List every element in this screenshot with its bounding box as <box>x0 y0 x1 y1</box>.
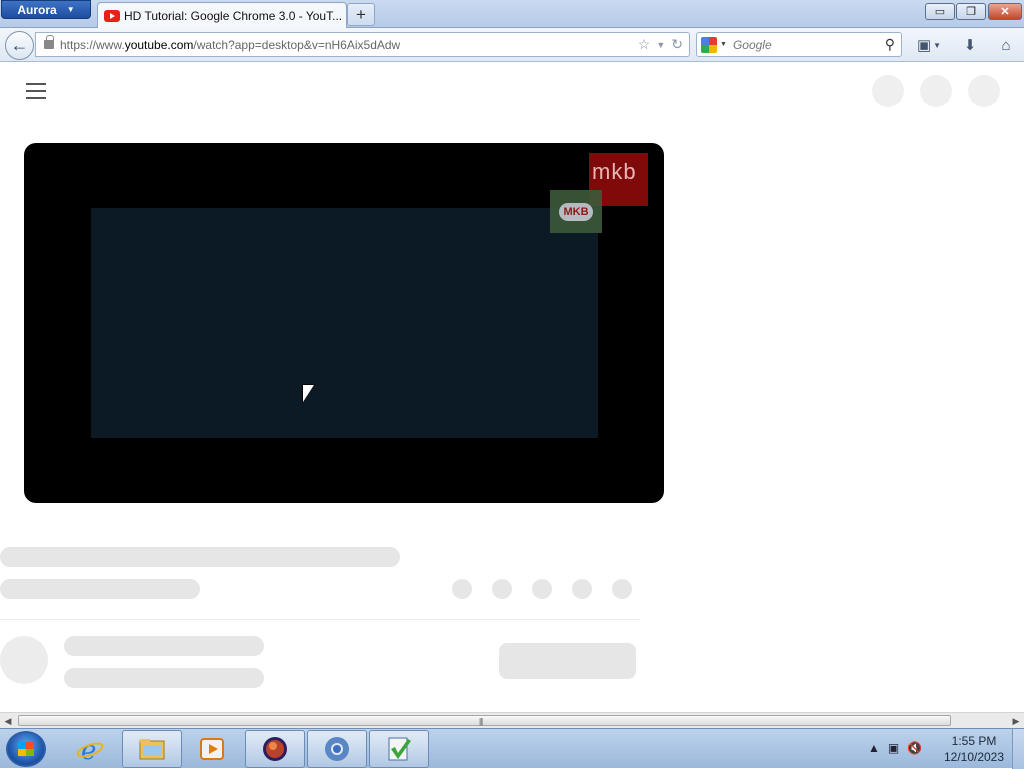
scroll-left-icon[interactable]: ◀ <box>0 713 16 729</box>
action-placeholder <box>452 579 472 599</box>
clock-date: 12/10/2023 <box>943 750 1005 764</box>
action-placeholder <box>492 579 512 599</box>
firefox-aurora-icon[interactable] <box>245 730 305 768</box>
watermark-text: mkb <box>592 159 637 184</box>
media-player-icon[interactable] <box>182 730 242 768</box>
windows-explorer-icon[interactable] <box>122 730 182 768</box>
scroll-thumb[interactable]: ||| <box>18 715 951 726</box>
chrome-icon[interactable] <box>307 730 367 768</box>
tab-title: HD Tutorial: Google Chrome 3.0 - YouT... <box>124 8 343 23</box>
start-button[interactable] <box>6 731 46 767</box>
url-text: https://www.youtube.com/watch?app=deskto… <box>60 38 400 52</box>
lock-icon <box>44 35 54 49</box>
channel-name-placeholder <box>64 636 264 656</box>
mkb-logo-text: MKB <box>559 202 593 221</box>
back-arrow-icon[interactable]: ← <box>5 31 34 60</box>
url-path: /watch?app=desktop&v=nH6Aix5dAdw <box>193 37 401 52</box>
header-placeholder-circle <box>872 75 904 107</box>
url-bar[interactable]: https://www.youtube.com/watch?app=deskto… <box>35 32 690 57</box>
aurora-menu-button[interactable]: Aurora ▼ <box>1 0 91 19</box>
url-prefix: https://www. <box>60 37 125 52</box>
scroll-right-icon[interactable]: ▶ <box>1008 713 1024 729</box>
aurora-menu-label: Aurora <box>17 2 57 17</box>
action-placeholder <box>612 579 632 599</box>
internet-explorer-icon[interactable]: e <box>60 730 120 768</box>
bookmarks-menu-icon[interactable]: ▣ ▼ <box>912 35 946 55</box>
volume-muted-icon[interactable]: 🔇 <box>907 741 922 755</box>
youtube-page: mkb MKB <box>0 63 1024 712</box>
mouse-cursor-fill <box>303 385 314 402</box>
video-player[interactable]: mkb MKB <box>24 143 664 503</box>
maximize-button[interactable]: ❐ <box>956 3 986 20</box>
svg-text:e: e <box>81 736 96 763</box>
header-placeholder-circle <box>920 75 952 107</box>
title-placeholder <box>0 547 400 567</box>
history-dropdown-icon[interactable]: ▼ <box>656 40 665 50</box>
home-icon[interactable]: ⌂ <box>994 35 1018 55</box>
url-domain: youtube.com <box>124 37 194 52</box>
google-engine-icon[interactable] <box>701 36 717 53</box>
close-button[interactable]: ✕ <box>988 3 1022 20</box>
show-desktop-button[interactable] <box>1012 729 1024 769</box>
network-icon[interactable]: ▣ <box>888 741 899 755</box>
taskbar: e ▲ ▣ 🔇 1:55 PM 12/10/2023 <box>0 728 1024 769</box>
header-placeholder-circle <box>968 75 1000 107</box>
downloads-icon[interactable]: ⬇ <box>958 35 982 55</box>
new-tab-button[interactable]: + <box>347 3 375 26</box>
subscriber-placeholder <box>64 668 264 688</box>
navigation-bar: ← https://www.youtube.com/watch?app=desk… <box>0 28 1024 62</box>
views-placeholder <box>0 579 200 599</box>
youtube-favicon-icon <box>104 9 120 22</box>
action-placeholder <box>532 579 552 599</box>
clock-time: 1:55 PM <box>951 734 997 748</box>
mkb-logo: MKB <box>550 190 602 233</box>
app-checkmark-icon[interactable] <box>369 730 429 768</box>
chevron-down-icon: ▼ <box>66 5 75 14</box>
reload-icon[interactable]: ↻ <box>671 36 683 53</box>
action-placeholder <box>572 579 592 599</box>
system-tray: ▲ ▣ 🔇 <box>868 741 922 755</box>
bookmark-star-icon[interactable]: ☆ <box>638 36 651 53</box>
title-bar: Aurora ▼ HD Tutorial: Google Chrome 3.0 … <box>0 0 1024 28</box>
search-icon[interactable]: ⚲ <box>885 36 895 53</box>
search-placeholder: Google <box>732 37 772 52</box>
minimize-button[interactable]: ▭ <box>925 3 955 20</box>
clock[interactable]: 1:55 PM 12/10/2023 <box>938 733 1010 765</box>
avatar <box>0 636 48 684</box>
search-bar[interactable]: ▼ Google ⚲ <box>696 32 902 57</box>
subscribe-button-placeholder <box>499 643 636 679</box>
divider <box>0 619 640 620</box>
video-frame <box>91 208 598 438</box>
hamburger-menu-icon[interactable] <box>26 83 46 99</box>
tray-expand-icon[interactable]: ▲ <box>868 741 880 755</box>
tab-youtube[interactable]: HD Tutorial: Google Chrome 3.0 - YouT... <box>97 2 347 28</box>
chevron-down-icon[interactable]: ▼ <box>720 41 727 48</box>
horizontal-scrollbar[interactable]: ◀ ||| ▶ <box>0 712 1024 728</box>
